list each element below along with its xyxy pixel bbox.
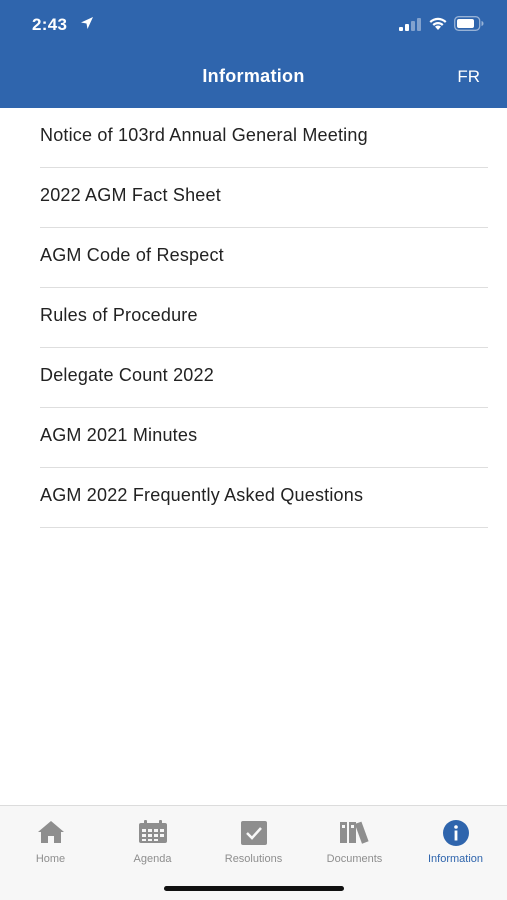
tab-documents[interactable]: Documents xyxy=(304,806,405,876)
list-item-label: Notice of 103rd Annual General Meeting xyxy=(40,125,368,145)
cellular-signal-icon xyxy=(399,18,421,31)
tab-resolutions-label: Resolutions xyxy=(224,853,283,865)
battery-icon xyxy=(454,16,484,31)
page-title: Information xyxy=(202,66,305,86)
list-item[interactable]: AGM Code of Respect xyxy=(40,228,488,288)
tab-resolutions[interactable]: Resolutions xyxy=(203,806,304,876)
list-item[interactable]: Notice of 103rd Annual General Meeting xyxy=(40,108,488,168)
tab-agenda[interactable]: Agenda xyxy=(102,806,203,876)
information-list: Notice of 103rd Annual General Meeting 2… xyxy=(0,108,507,528)
tab-information-label: Information xyxy=(427,853,484,865)
list-item-label: 2022 AGM Fact Sheet xyxy=(40,185,221,205)
list-item-label: AGM Code of Respect xyxy=(40,245,224,265)
info-icon xyxy=(442,820,469,846)
list-item[interactable]: 2022 AGM Fact Sheet xyxy=(40,168,488,228)
list-item[interactable]: Delegate Count 2022 xyxy=(40,348,488,408)
list-item-label: Delegate Count 2022 xyxy=(40,365,214,385)
home-icon xyxy=(37,821,64,843)
header: 2:43 Information FR xyxy=(0,0,507,108)
status-bar: 2:43 xyxy=(0,0,507,50)
home-indicator xyxy=(164,886,344,891)
list-item[interactable]: Rules of Procedure xyxy=(40,288,488,348)
list-item-label: AGM 2022 Frequently Asked Questions xyxy=(40,485,364,505)
list-item[interactable]: AGM 2022 Frequently Asked Questions xyxy=(40,468,488,528)
wifi-icon xyxy=(429,17,447,30)
status-time: 2:43 xyxy=(32,15,68,34)
tab-information[interactable]: Information xyxy=(405,806,506,876)
list-item-label: Rules of Procedure xyxy=(40,305,198,325)
calendar-icon xyxy=(138,820,167,843)
location-arrow-icon xyxy=(81,17,93,29)
tab-home-label: Home xyxy=(35,853,66,865)
list-item[interactable]: AGM 2021 Minutes xyxy=(40,408,488,468)
tab-documents-label: Documents xyxy=(326,853,383,865)
binders-icon xyxy=(339,821,369,844)
tab-home[interactable]: Home xyxy=(0,806,101,876)
checkbox-icon xyxy=(240,821,267,845)
list-item-label: AGM 2021 Minutes xyxy=(40,425,198,445)
tab-agenda-label: Agenda xyxy=(133,853,172,865)
language-toggle-button[interactable]: FR xyxy=(457,67,480,87)
